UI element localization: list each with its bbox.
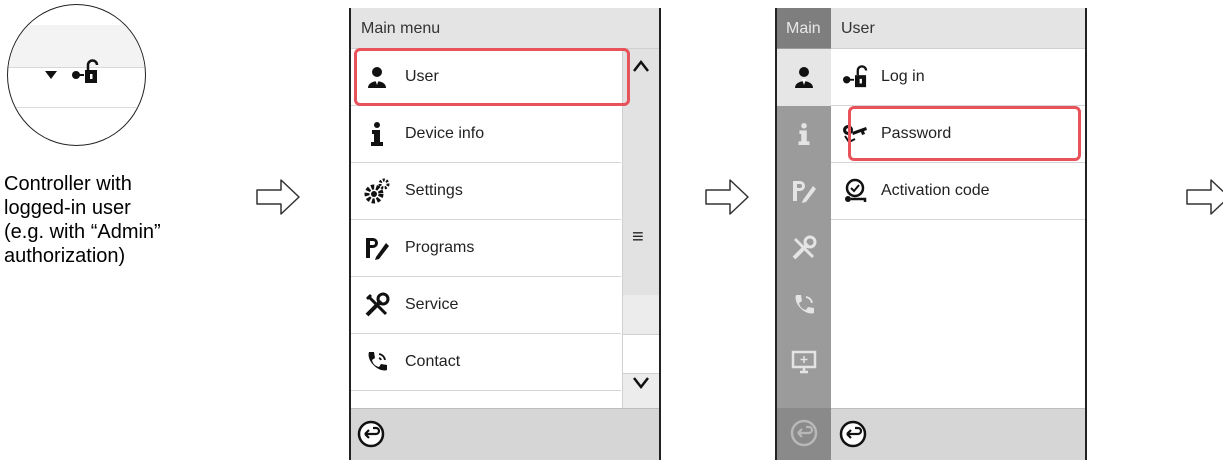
menu-item-label: Settings bbox=[405, 182, 463, 199]
screen-footer bbox=[351, 408, 659, 460]
programs-icon bbox=[363, 234, 391, 262]
flow-arrow-icon bbox=[256, 179, 300, 215]
user-menu-titlebar: User bbox=[831, 8, 1085, 49]
sidebar-info-icon[interactable] bbox=[790, 120, 818, 148]
scroll-down-icon[interactable] bbox=[632, 376, 650, 390]
menu-item-activation-code[interactable]: Activation code bbox=[831, 163, 1085, 220]
login-lock-icon bbox=[841, 63, 869, 91]
controller-caption: Controller with logged-in user (e.g. wit… bbox=[4, 173, 161, 267]
main-menu-titlebar: Main menu bbox=[351, 8, 659, 49]
back-button[interactable] bbox=[839, 420, 867, 448]
phone-icon bbox=[363, 348, 391, 376]
logged-in-lock-icon bbox=[72, 59, 99, 83]
main-menu-screen: Main menu User Device info Settings Prog… bbox=[349, 8, 661, 460]
highlight-user bbox=[354, 48, 630, 106]
info-icon bbox=[363, 120, 391, 148]
dropdown-arrow-icon bbox=[45, 71, 57, 79]
menu-item-label: Service bbox=[405, 296, 459, 313]
menu-item-device-info[interactable]: Device info bbox=[351, 106, 621, 163]
sidebar-display-icon[interactable] bbox=[790, 348, 818, 376]
menu-item-label: Log in bbox=[881, 68, 925, 85]
main-sidebar: Main bbox=[777, 8, 831, 460]
scroll-grip-icon: ≡ bbox=[632, 226, 644, 248]
menu-item-contact[interactable]: Contact bbox=[351, 334, 621, 391]
tools-icon bbox=[363, 291, 391, 319]
activation-icon bbox=[841, 177, 869, 205]
menu-item-settings[interactable]: Settings bbox=[351, 163, 621, 220]
sidebar-programs-icon[interactable] bbox=[790, 177, 818, 205]
flow-arrow-icon bbox=[1186, 179, 1223, 215]
menu-item-label: Activation code bbox=[881, 182, 990, 199]
page-title: User bbox=[841, 20, 875, 37]
menu-item-log-in[interactable]: Log in bbox=[831, 49, 1085, 106]
controller-detail bbox=[0, 0, 150, 150]
scroll-up-icon[interactable] bbox=[632, 59, 650, 73]
sidebar-title: Main bbox=[786, 20, 821, 37]
menu-item-service[interactable]: Service bbox=[351, 277, 621, 334]
sidebar-user-icon[interactable] bbox=[790, 63, 818, 91]
highlight-password bbox=[848, 106, 1081, 161]
sidebar-tools-icon[interactable] bbox=[790, 234, 818, 262]
flow-arrow-icon bbox=[705, 179, 749, 215]
controller-detail-circle bbox=[7, 4, 146, 146]
menu-item-label: Contact bbox=[405, 353, 461, 370]
screen-footer bbox=[831, 408, 1085, 460]
menu-item-label: Device info bbox=[405, 125, 485, 142]
back-button[interactable] bbox=[357, 420, 385, 448]
sidebar-phone-icon[interactable] bbox=[790, 291, 818, 319]
page-title: Main menu bbox=[361, 20, 441, 37]
menu-item-programs[interactable]: Programs bbox=[351, 220, 621, 277]
sidebar-back-icon bbox=[790, 419, 818, 447]
menu-item-label: Programs bbox=[405, 239, 475, 256]
gears-icon bbox=[363, 177, 391, 205]
user-menu-screen: Main User Log in Password Activation cod… bbox=[775, 8, 1087, 460]
